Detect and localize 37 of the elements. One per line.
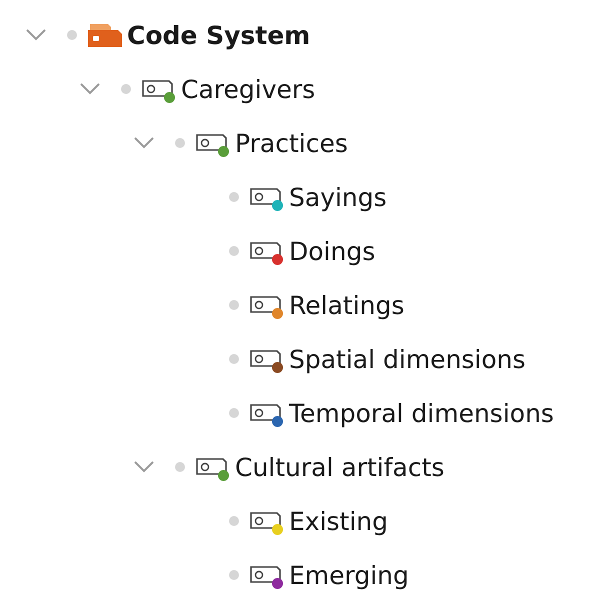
bullet-icon — [175, 462, 185, 472]
tree-item-label[interactable]: Relatings — [289, 290, 404, 320]
chevron-icon[interactable] — [134, 137, 154, 149]
tree-item-label[interactable]: Spatial dimensions — [289, 344, 526, 374]
stacked-tags-icon — [87, 22, 123, 48]
bullet-icon — [229, 246, 239, 256]
bullet-icon — [121, 84, 131, 94]
tree-item-label[interactable]: Existing — [289, 506, 388, 536]
tag-icon — [195, 456, 229, 478]
tag-icon — [249, 510, 283, 532]
tag-icon — [195, 132, 229, 154]
bullet-icon — [229, 354, 239, 364]
tag-icon — [249, 402, 283, 424]
tree-item-label[interactable]: Caregivers — [181, 74, 316, 104]
bullet-icon — [229, 192, 239, 202]
bullet-icon — [67, 30, 77, 40]
tag-icon — [249, 348, 283, 370]
chevron-icon[interactable] — [26, 29, 46, 41]
tag-icon — [249, 240, 283, 262]
tree-item-label[interactable]: Practices — [235, 128, 348, 158]
tree-item-label[interactable]: Sayings — [289, 182, 387, 212]
tree-item-label[interactable]: Emerging — [289, 560, 409, 590]
tree-item-label[interactable]: Code System — [127, 20, 310, 50]
bullet-icon — [229, 570, 239, 580]
chevron-icon[interactable] — [134, 461, 154, 473]
bullet-icon — [175, 138, 185, 148]
tag-icon — [249, 564, 283, 586]
bullet-icon — [229, 516, 239, 526]
tag-icon — [141, 78, 175, 100]
chevron-icon[interactable] — [80, 83, 100, 95]
tag-icon — [249, 186, 283, 208]
tree-item-label[interactable]: Cultural artifacts — [235, 452, 444, 482]
bullet-icon — [229, 300, 239, 310]
tree-item-label[interactable]: Temporal dimensions — [289, 398, 554, 428]
tree-item-label[interactable]: Doings — [289, 236, 376, 266]
tag-icon — [249, 294, 283, 316]
bullet-icon — [229, 408, 239, 418]
